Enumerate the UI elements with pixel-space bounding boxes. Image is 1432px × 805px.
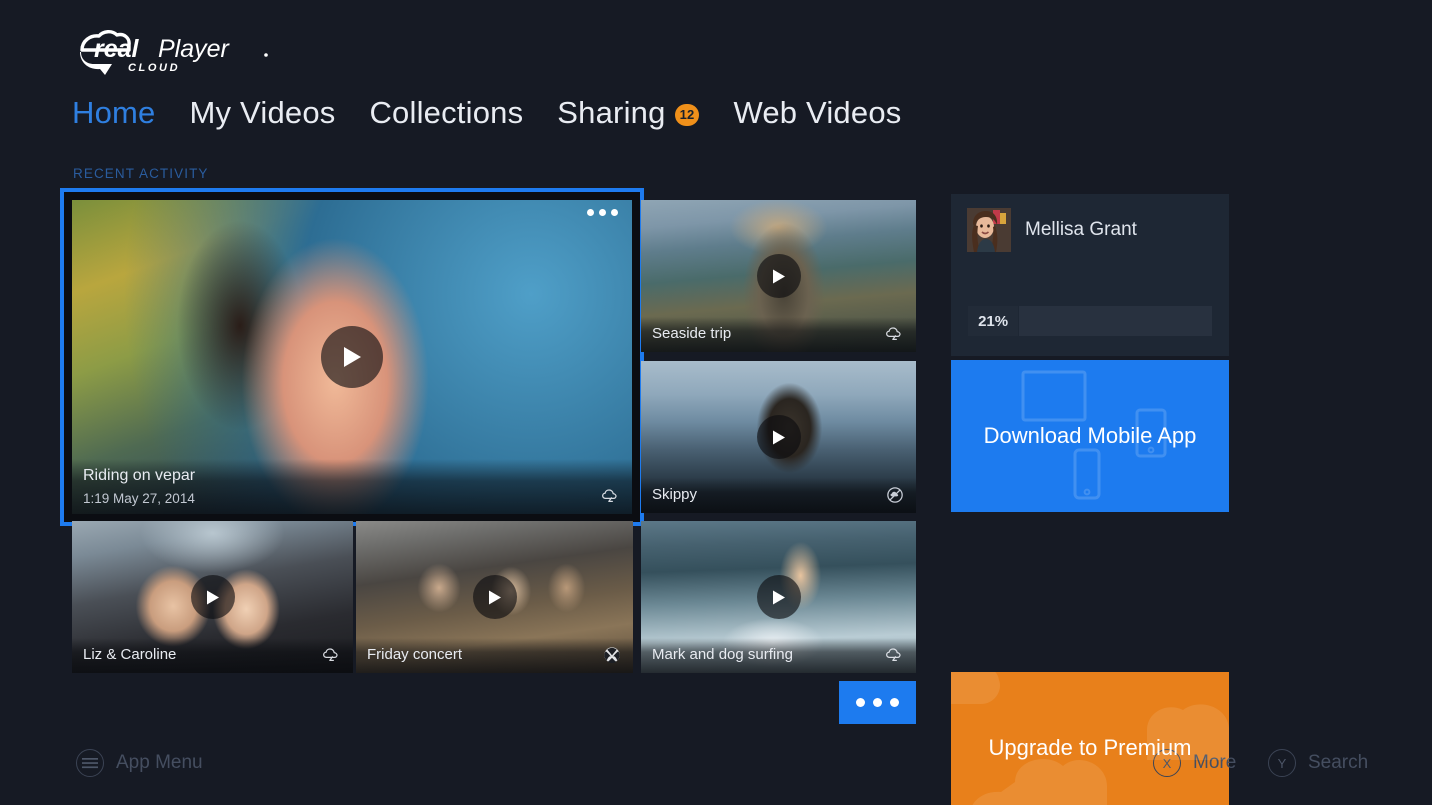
search-button[interactable]: Y Search [1268,749,1368,777]
friday-concert-title: Friday concert [367,646,463,664]
upload-progress-card[interactable]: Mellisa Grant 21% [951,194,1229,356]
avatar [967,208,1011,252]
promo-download-mobile-app[interactable]: Download Mobile App [951,360,1229,512]
cloud-share-icon [601,486,621,506]
friday-concert-play-button[interactable] [472,575,517,619]
hamburger-circle-icon [76,749,104,777]
show-more-videos-button[interactable] [839,681,916,724]
hero-play-button[interactable] [321,326,383,388]
video-tile-liz-and-caroline[interactable]: Liz & Caroline [72,521,353,673]
hero-caption: Riding on vepar 1:19 May 27, 2014 [72,459,632,514]
video-tile-friday-concert[interactable]: Friday concert [356,521,633,673]
mark-and-dog-surfing-title: Mark and dog surfing [652,646,793,664]
cloud-share-icon [322,645,342,665]
hero-title: Riding on vepar [83,467,196,484]
sharing-count-badge: 12 [674,103,700,126]
upload-progress-text: 21% [978,312,1009,330]
skippy-caption: Skippy [641,478,916,513]
more-dots-icon [890,698,899,707]
liz-and-caroline-title: Liz & Caroline [83,646,177,664]
skippy-play-button[interactable] [756,415,801,459]
more-dots-icon [873,698,882,707]
upload-user-row: Mellisa Grant [951,194,1229,252]
nav-item-home[interactable]: Home [72,97,156,128]
promo-upgrade-to-premium-label: Upgrade to Premium [988,735,1192,760]
more-dots-icon [856,698,865,707]
video-tile-mark-and-dog-surfing[interactable]: Mark and dog surfing [641,521,916,673]
y-button-glyph: Y [1277,755,1287,771]
xbox-icon [602,645,622,665]
skippy-title: Skippy [652,486,698,504]
nav-item-collections-label: Collections [369,95,524,130]
video-tile-hero[interactable]: Riding on vepar 1:19 May 27, 2014 [72,200,632,514]
seaside-trip-title: Seaside trip [652,325,732,343]
video-tile-seaside-trip[interactable]: Seaside trip [641,200,916,352]
mark-and-dog-surfing-play-button[interactable] [756,575,801,619]
app-menu-button[interactable]: App Menu [76,749,203,777]
nav-item-home-label: Home [72,95,156,130]
seaside-trip-caption: Seaside trip [641,317,916,352]
upload-user-name: Mellisa Grant [1025,219,1137,240]
video-tile-skippy[interactable]: Skippy [641,361,916,513]
realplayer-cloud-logo: real Player CLOUD [72,30,332,75]
cloud-private-icon [885,485,905,505]
promo-download-mobile-app-label: Download Mobile App [983,423,1197,448]
realplayer-cloud-app: real Player CLOUD Home My Videos Collect… [0,0,1432,805]
nav-item-my-videos-label: My Videos [189,95,336,130]
promo-upgrade-to-premium[interactable]: Upgrade to Premium [951,672,1229,805]
seaside-trip-play-button[interactable] [756,254,801,298]
friday-concert-caption: Friday concert [356,638,633,673]
hero-overflow-menu-icon[interactable] [587,209,618,216]
recent-activity-heading: RECENT ACTIVITY [73,166,209,181]
cloud-share-icon [885,324,905,344]
svg-text:Player: Player [158,35,231,63]
nav-item-web-videos-label: Web Videos [733,95,902,130]
upload-progress-fill: 21% [968,306,1020,336]
nav-item-sharing-label: Sharing [557,95,666,130]
app-menu-label: App Menu [116,752,203,773]
upload-progress-bar: 21% [968,306,1212,336]
search-label: Search [1308,752,1369,773]
nav-item-collections[interactable]: Collections [369,97,523,128]
nav-item-my-videos[interactable]: My Videos [190,97,336,128]
mark-and-dog-surfing-caption: Mark and dog surfing [641,638,916,673]
liz-and-caroline-caption: Liz & Caroline [72,638,353,673]
cloud-share-icon [885,645,905,665]
y-button-icon: Y [1268,749,1296,777]
svg-text:real: real [94,35,140,63]
svg-text:CLOUD: CLOUD [128,62,180,74]
liz-and-caroline-play-button[interactable] [190,575,235,619]
nav-item-web-videos[interactable]: Web Videos [733,97,901,128]
main-navigation: Home My Videos Collections Sharing 12 We… [72,97,901,128]
hero-meta: 1:19 May 27, 2014 [83,491,195,506]
nav-item-sharing[interactable]: Sharing 12 [557,95,700,130]
